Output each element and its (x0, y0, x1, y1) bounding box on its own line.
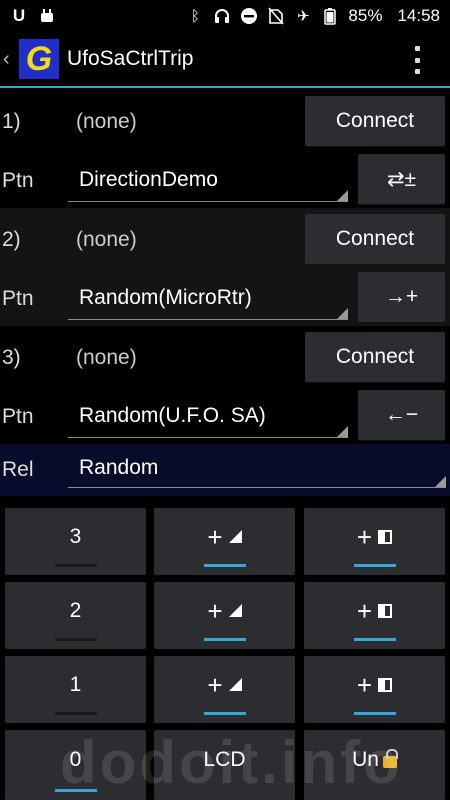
half-square-icon (378, 603, 393, 618)
key-indicator-active (203, 638, 246, 641)
app-logo[interactable]: G (19, 39, 59, 79)
device-3-number: 3) (2, 346, 21, 369)
key-indicator (54, 638, 97, 641)
app-u-icon: U (12, 6, 26, 25)
app-title: UfoSaCtrlTrip (67, 47, 194, 70)
half-square-icon (378, 677, 393, 692)
key-indicator (54, 712, 97, 715)
battery-icon (321, 7, 339, 25)
rel-value: Random (79, 456, 159, 479)
battery-percent: 85% (348, 6, 383, 25)
rel-spinner[interactable]: Random (68, 444, 446, 488)
spinner-arrow-icon (337, 190, 348, 201)
device-2-pattern-label: Ptn (2, 287, 34, 310)
status-bar: U ᛒ ✈ 85% 14:58 (0, 0, 450, 32)
device-1-number: 1) (2, 110, 21, 133)
plus-label: + (207, 521, 223, 552)
key-indicator-active (203, 712, 246, 715)
key-indicator-active (203, 564, 246, 567)
device-3-pattern-value: Random(U.F.O. SA) (79, 404, 266, 427)
half-square-icon (378, 529, 393, 544)
device-2-name: (none) (76, 228, 137, 251)
key-3-label: 3 (69, 524, 82, 548)
device-2-pattern-value: Random(MicroRtr) (79, 286, 252, 309)
logo-letter: G (25, 40, 53, 78)
back-icon[interactable]: ‹ (3, 48, 17, 71)
device-1-name: (none) (76, 110, 137, 133)
key-2-label: 2 (69, 598, 82, 622)
device-2-connect-button[interactable]: Connect (305, 214, 445, 264)
airplane-mode-icon: ✈ (297, 8, 310, 25)
plus-label: + (356, 595, 373, 626)
device-2-number: 2) (2, 228, 21, 251)
key-3[interactable]: 3 (5, 508, 146, 575)
device-1-pattern-spinner[interactable]: DirectionDemo (68, 152, 348, 202)
device-1-pattern-label: Ptn (2, 169, 34, 192)
spinner-arrow-icon (337, 426, 348, 437)
key-indicator-active (353, 638, 396, 641)
key-3-plus-wedge[interactable]: + (154, 508, 295, 575)
key-2[interactable]: 2 (5, 582, 146, 649)
device-1-mode-button[interactable]: ⇄± (358, 154, 445, 204)
device-3-section: 3) (none) Connect Ptn Random(U.F.O. SA) … (0, 326, 450, 444)
device-3-pattern-label: Ptn (2, 405, 34, 428)
key-2-plus-half[interactable]: + (304, 582, 445, 649)
key-indicator-active (353, 564, 396, 567)
do-not-disturb-icon (240, 7, 258, 25)
device-2-mode-button[interactable]: →+ (358, 272, 445, 322)
device-3-connect-button[interactable]: Connect (305, 332, 445, 382)
device-3-mode-button[interactable]: ←− (358, 390, 445, 440)
plus-label: + (207, 669, 223, 700)
rel-section: Rel Random (0, 444, 450, 496)
android-icon (38, 7, 56, 25)
wedge-icon (228, 530, 242, 543)
key-2-plus-wedge[interactable]: + (154, 582, 295, 649)
device-2-section: 2) (none) Connect Ptn Random(MicroRtr) →… (0, 208, 450, 326)
headset-icon (213, 7, 231, 25)
key-1-plus-half[interactable]: + (304, 656, 445, 723)
spinner-arrow-icon (435, 476, 446, 487)
device-3-name: (none) (76, 346, 137, 369)
overflow-menu-icon[interactable] (414, 46, 420, 74)
device-2-pattern-spinner[interactable]: Random(MicroRtr) (68, 270, 348, 320)
wedge-icon (228, 604, 242, 617)
key-1-plus-wedge[interactable]: + (154, 656, 295, 723)
spinner-arrow-icon (337, 308, 348, 319)
plus-label: + (356, 669, 373, 700)
device-1-pattern-value: DirectionDemo (79, 168, 218, 191)
clock: 14:58 (397, 6, 440, 25)
key-1-label: 1 (69, 672, 82, 696)
no-sim-icon (267, 7, 285, 25)
device-3-pattern-spinner[interactable]: Random(U.F.O. SA) (68, 388, 348, 438)
action-bar: ‹ G UfoSaCtrlTrip (0, 32, 450, 88)
key-1[interactable]: 1 (5, 656, 146, 723)
key-indicator (54, 564, 97, 567)
plus-label: + (207, 595, 223, 626)
wedge-icon (228, 678, 242, 691)
plus-label: + (356, 521, 373, 552)
key-indicator-active (353, 712, 396, 715)
rel-label: Rel (2, 458, 34, 481)
key-3-plus-half[interactable]: + (304, 508, 445, 575)
device-1-connect-button[interactable]: Connect (305, 96, 445, 146)
device-1-section: 1) (none) Connect Ptn DirectionDemo ⇄± (0, 90, 450, 208)
watermark: dodoit.info (60, 729, 403, 796)
bluetooth-icon: ᛒ (190, 7, 200, 25)
